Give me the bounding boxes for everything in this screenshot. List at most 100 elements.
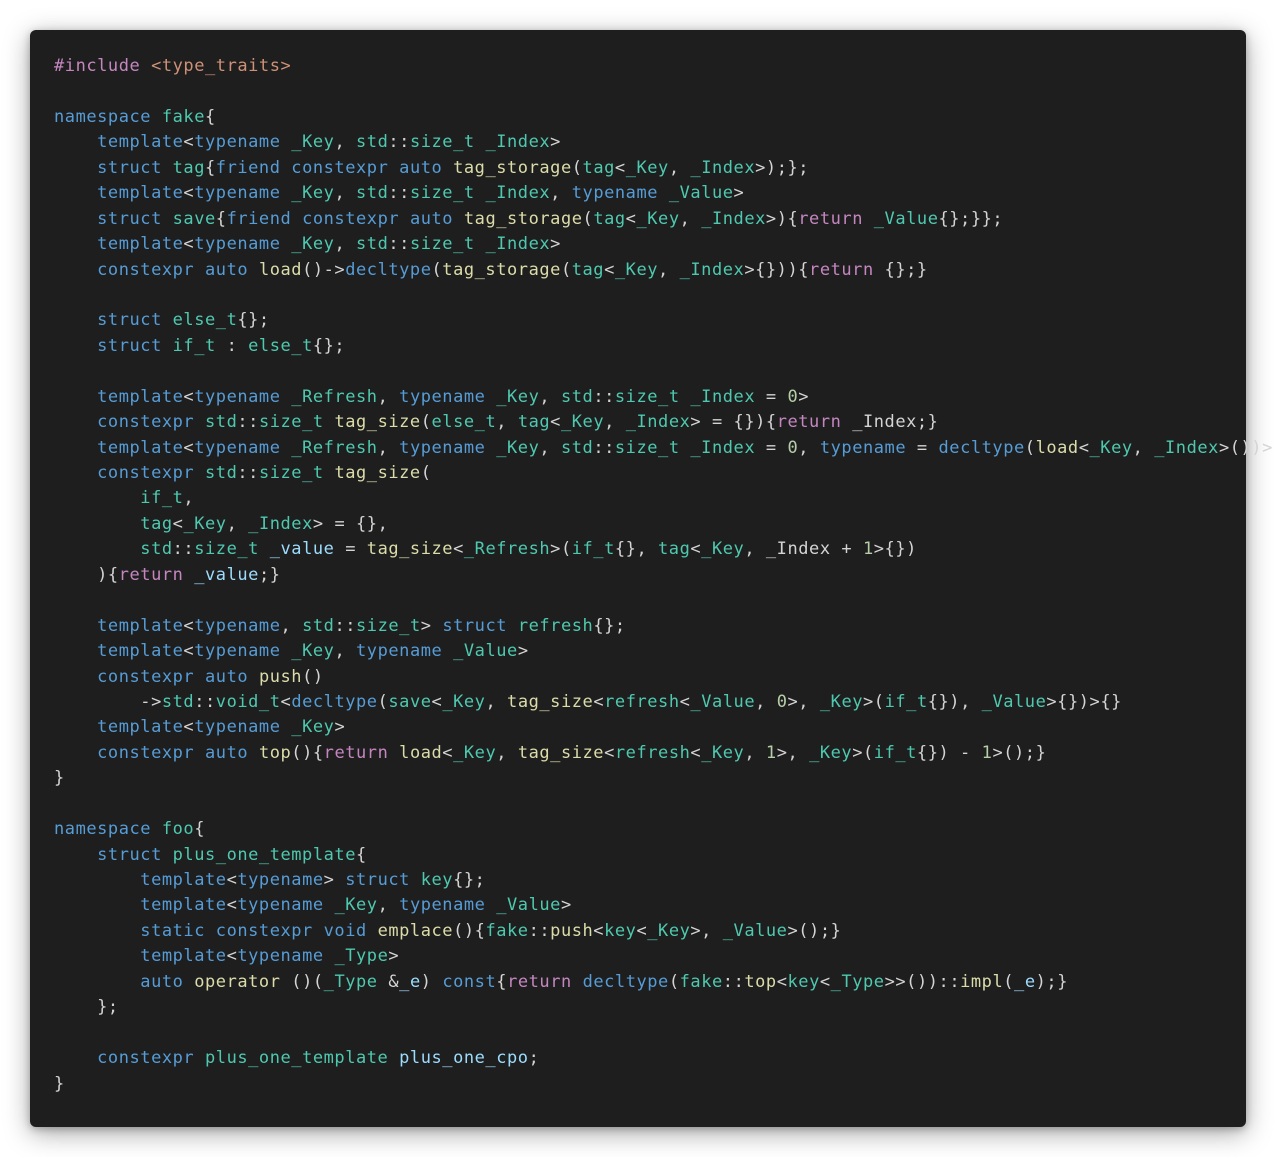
code-token: push xyxy=(258,666,303,687)
code-token: template xyxy=(140,946,227,967)
code-token: < xyxy=(280,691,292,712)
code-token: tag xyxy=(582,157,615,178)
code-token: _Index xyxy=(690,157,756,178)
code-token: } xyxy=(54,768,65,789)
code-token: > xyxy=(733,183,745,204)
code-line: if_t, xyxy=(54,486,1246,511)
code-token: < xyxy=(183,234,195,255)
code-token: auto xyxy=(205,742,259,763)
code-token: void_t xyxy=(215,691,281,712)
code-token: { xyxy=(496,971,508,992)
code-token: > xyxy=(517,641,529,662)
code-token: > xyxy=(334,717,346,738)
code-token: ( xyxy=(571,157,583,178)
code-token: ( xyxy=(668,971,680,992)
code-token: tag xyxy=(593,208,626,229)
code-token: friend xyxy=(215,157,292,178)
code-token: refresh xyxy=(604,691,680,712)
code-line: struct plus_one_template{ xyxy=(54,843,1246,868)
code-token: 1 xyxy=(765,742,777,763)
code-token: _Index xyxy=(679,259,745,280)
code-token: { xyxy=(194,819,206,840)
code-token: std xyxy=(205,412,238,433)
code-token: friend xyxy=(226,208,303,229)
code-token: return xyxy=(507,971,583,992)
code-token: _Refresh xyxy=(463,539,551,560)
code-token: load xyxy=(258,259,303,280)
code-line: template<typename> struct key{}; xyxy=(54,868,1246,893)
code-token: constexpr xyxy=(97,259,205,280)
code-token: tag xyxy=(517,412,551,433)
code-token: auto xyxy=(205,259,259,280)
code-token: >, xyxy=(787,691,820,712)
code-token: emplace xyxy=(377,920,454,941)
code-token: save xyxy=(388,691,432,712)
code-token: _Index xyxy=(485,183,551,204)
code-token: _Key xyxy=(334,895,378,916)
code-token: typename xyxy=(237,870,324,890)
code-token: top xyxy=(744,971,777,992)
code-token: template xyxy=(97,132,184,153)
code-line: static constexpr void emplace(){fake::pu… xyxy=(54,919,1246,944)
code-line: struct tag{friend constexpr auto tag_sto… xyxy=(54,156,1246,181)
code-token: :: xyxy=(237,463,259,483)
code-token: < xyxy=(593,920,605,941)
code-token: struct xyxy=(97,208,173,229)
code-token: , xyxy=(798,437,820,458)
code-token: key xyxy=(787,971,820,992)
code-line: template<typename _Type> xyxy=(54,944,1246,969)
code-line: template<typename _Key, std::size_t _Ind… xyxy=(54,232,1246,257)
code-token: -> xyxy=(54,691,162,712)
code-token: template xyxy=(97,234,184,255)
code-token: _Key xyxy=(291,234,335,255)
code-token: , xyxy=(668,157,691,178)
code-block: #include <type_traits> namespace fake{ t… xyxy=(30,30,1272,1127)
code-token: < xyxy=(593,691,605,712)
code-token: if_t xyxy=(140,488,184,509)
code-token: tag_storage xyxy=(463,208,583,229)
code-token: if_t xyxy=(873,742,917,763)
code-token: >( xyxy=(852,742,874,763)
code-token: size_t xyxy=(614,437,691,458)
code-token: < xyxy=(453,539,464,560)
code-token: < xyxy=(183,615,195,636)
code-line: template<typename _Refresh, typename _Ke… xyxy=(54,436,1272,461)
code-token: constexpr xyxy=(97,666,205,687)
code-token: >);}; xyxy=(755,157,810,178)
code-token: , xyxy=(550,183,572,204)
code-token: {}) - xyxy=(916,742,982,763)
code-line: template<typename _Key, typename _Value> xyxy=(54,639,1246,664)
code-token: :: xyxy=(388,132,410,153)
code-token: fake xyxy=(485,920,529,941)
code-token: < xyxy=(679,691,691,712)
code-token: _Index + xyxy=(765,539,863,560)
code-token: typename xyxy=(194,234,292,255)
code-token: typename xyxy=(356,641,454,662)
code-token: , xyxy=(679,208,702,229)
code-token: = xyxy=(755,437,788,458)
code-token: template xyxy=(140,895,227,916)
code-token: else_t xyxy=(248,335,313,356)
code-token: std xyxy=(161,691,195,712)
code-token: _value xyxy=(269,539,335,560)
code-token: >{}) xyxy=(873,539,917,560)
code-token: , xyxy=(334,641,357,662)
code-token: _Key xyxy=(291,183,335,204)
code-token: typename xyxy=(399,895,497,916)
code-token: tag_size xyxy=(366,539,454,560)
code-line: struct else_t{}; xyxy=(54,308,1246,333)
code-token: std xyxy=(356,183,389,204)
code-token: fake xyxy=(679,971,723,992)
code-token: _Key xyxy=(647,920,691,941)
code-token: void xyxy=(323,920,378,941)
code-token: ( xyxy=(431,259,443,280)
code-token: : xyxy=(215,335,249,356)
code-text: #include <type_traits> namespace fake{ t… xyxy=(54,54,1272,1097)
code-token: _Type xyxy=(830,971,885,992)
code-line: auto operator ()(_Type &_e) const{return… xyxy=(54,970,1246,995)
code-token: _Index xyxy=(690,386,756,407)
